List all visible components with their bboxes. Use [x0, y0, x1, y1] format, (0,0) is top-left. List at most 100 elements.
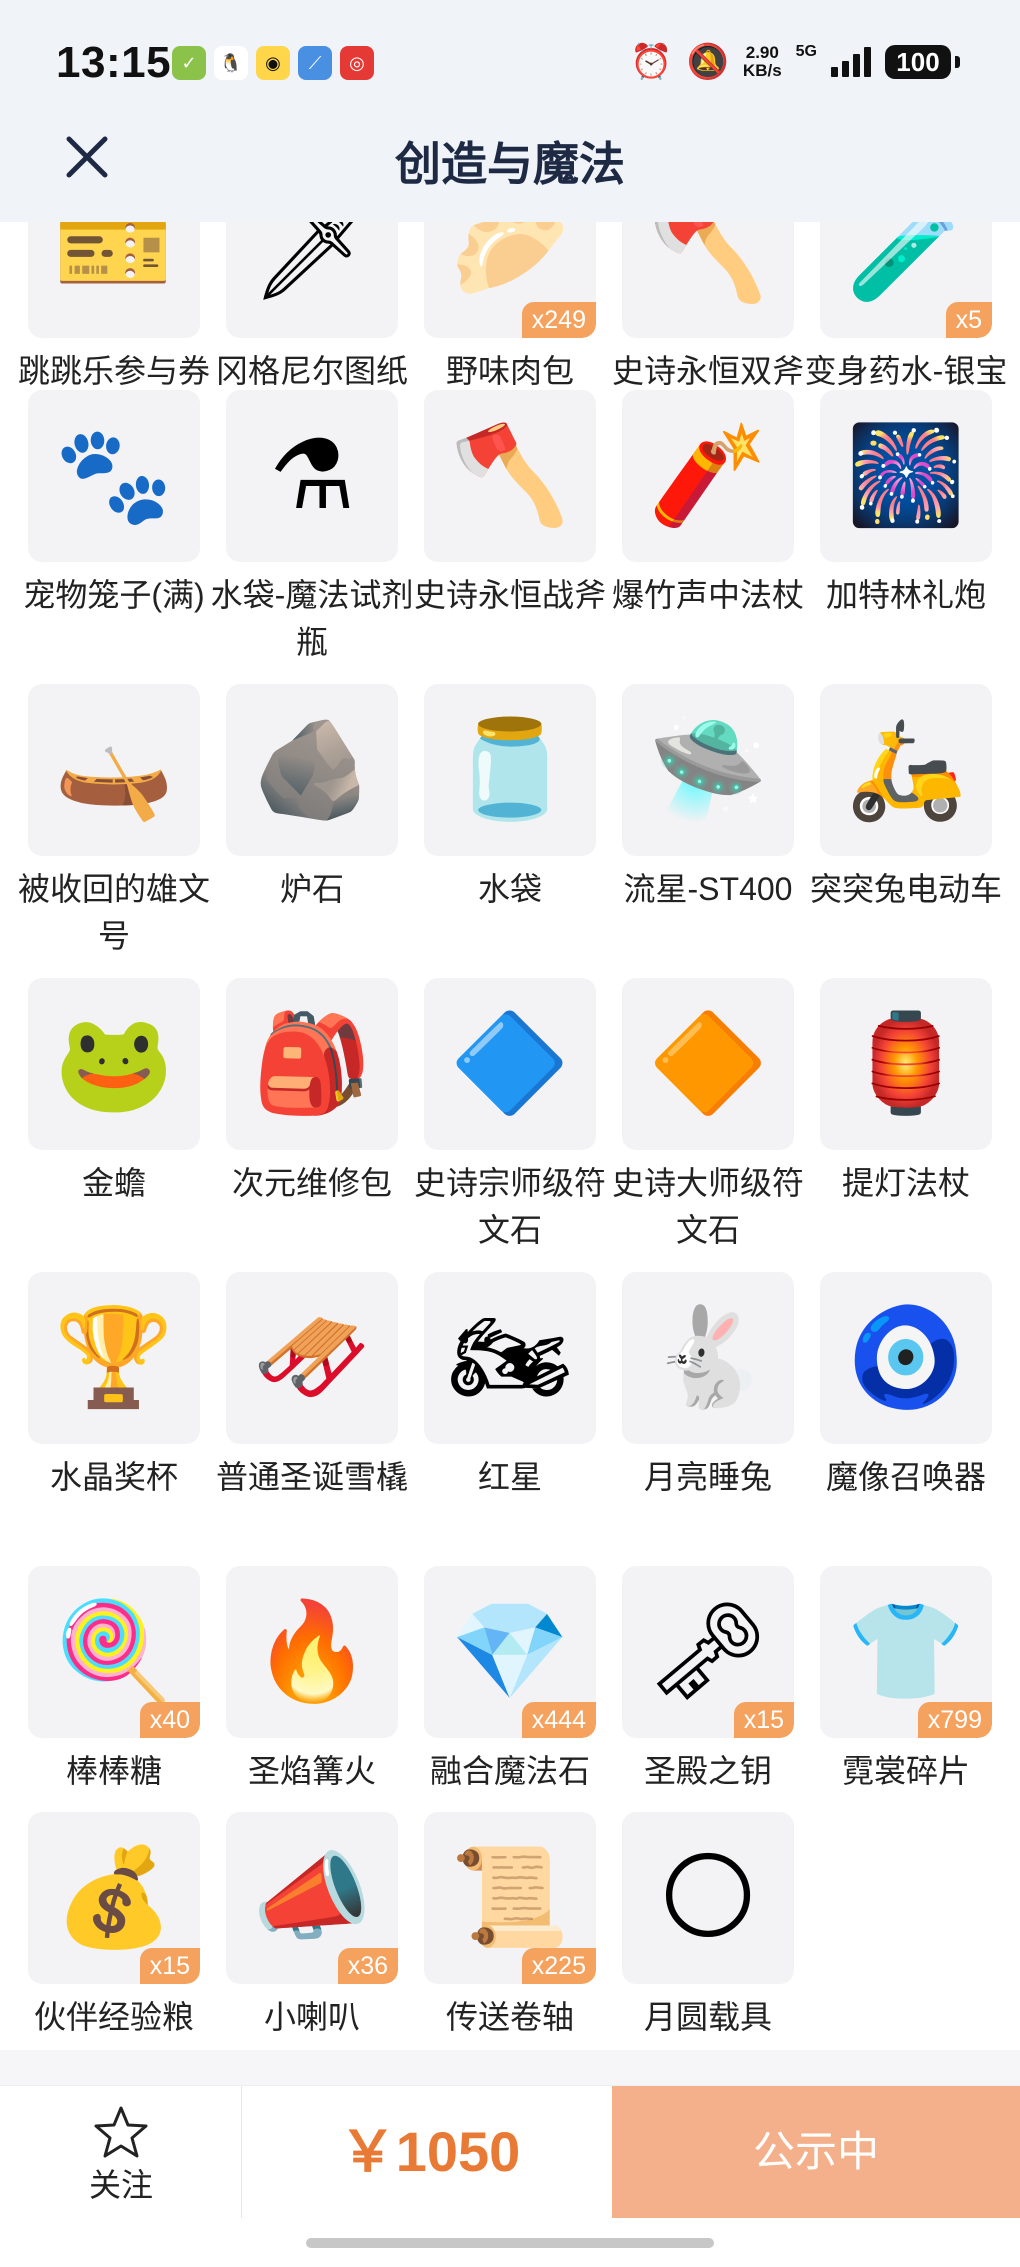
- notification-app-icon: ◉: [256, 46, 290, 80]
- item-cell[interactable]: 💎 x444 融合魔法石: [424, 1566, 622, 1846]
- status-time: 13:15: [56, 38, 172, 87]
- status-button[interactable]: 公示中: [612, 2086, 1020, 2218]
- item-name: 冈格尼尔图纸: [215, 353, 408, 389]
- item-image[interactable]: 🛷: [226, 1272, 398, 1444]
- item-image[interactable]: 💎 x444: [424, 1566, 596, 1738]
- item-image[interactable]: ⚗: [226, 390, 398, 562]
- item-image[interactable]: 🫙: [424, 684, 596, 856]
- item-name: 霓裳碎片: [841, 1753, 970, 1789]
- item-cell[interactable]: 🪨 炉石: [226, 684, 424, 964]
- item-image[interactable]: 🎆: [820, 390, 992, 562]
- item-cell[interactable]: 📣 x36 小喇叭: [226, 1812, 424, 2062]
- home-indicator[interactable]: [306, 2238, 714, 2248]
- signal-icon: [831, 47, 871, 77]
- grid-bottom-spacer: [0, 2050, 1020, 2085]
- hover-bike-icon: 🛸: [648, 716, 768, 823]
- item-cell[interactable]: 🐇 月亮睡兔: [622, 1272, 820, 1552]
- key-icon: 🗝: [647, 1598, 769, 1705]
- scooter-icon: 🛵: [846, 716, 966, 823]
- blueprint-icon: 🗡: [251, 222, 373, 305]
- battle-axe-icon: 🪓: [450, 422, 570, 529]
- firecracker-staff-icon: 🧨: [648, 422, 768, 529]
- item-cell[interactable]: 🛶 被收回的雄文号: [18, 684, 226, 964]
- item-name: 小喇叭: [263, 1999, 360, 2035]
- item-image[interactable]: 🪓: [622, 222, 794, 338]
- item-cell[interactable]: 🛷 普通圣诞雪橇: [216, 1272, 424, 1552]
- item-cell[interactable]: 🛸 流星-ST400: [622, 684, 820, 964]
- item-image[interactable]: 🛶: [28, 684, 200, 856]
- item-name: 史诗永恒双斧: [611, 353, 804, 389]
- item-image[interactable]: 🧪 x5: [820, 222, 992, 338]
- item-name: 棒棒糖: [65, 1753, 162, 1789]
- item-count-badge: x15: [733, 1702, 794, 1738]
- star-icon: [94, 2106, 148, 2158]
- item-image[interactable]: 🎫: [28, 222, 200, 338]
- item-image[interactable]: 🛸: [622, 684, 794, 856]
- item-cell[interactable]: 🎆 加特林礼炮: [820, 390, 1018, 670]
- item-image[interactable]: 💰 x15: [28, 1812, 200, 1984]
- item-image[interactable]: 🎒: [226, 978, 398, 1150]
- item-image[interactable]: 🧨: [622, 390, 794, 562]
- item-cell[interactable]: 🔶 史诗大师级符文石: [612, 978, 820, 1258]
- item-image[interactable]: 🗡: [226, 222, 398, 338]
- item-image[interactable]: 🧿: [820, 1272, 992, 1444]
- item-cell[interactable]: 🌕 月圆载具: [622, 1812, 820, 2062]
- item-cell[interactable]: 🪓 史诗永恒战斧: [414, 390, 622, 670]
- item-cell[interactable]: 🔷 史诗宗师级符文石: [414, 978, 622, 1258]
- item-count-badge: x40: [139, 1702, 200, 1738]
- item-image[interactable]: 🪨: [226, 684, 398, 856]
- item-cell[interactable]: 📜 x225 传送卷轴: [424, 1812, 622, 2062]
- item-name: 传送卷轴: [445, 1999, 574, 2035]
- sled-icon: 🛷: [252, 1304, 372, 1411]
- item-name: 跳跳乐参与券: [17, 353, 210, 389]
- item-image[interactable]: 📜 x225: [424, 1812, 596, 1984]
- item-cell[interactable]: 💰 x15 伙伴经验粮: [28, 1812, 226, 2062]
- item-cell[interactable]: 🍭 x40 棒棒糖: [28, 1566, 226, 1846]
- item-cell[interactable]: 🫙 水袋: [424, 684, 622, 964]
- follow-button[interactable]: 关注: [0, 2086, 242, 2218]
- item-name: 被收回的雄文号: [17, 871, 210, 954]
- item-cell[interactable]: 🏮 提灯法杖: [820, 978, 1018, 1258]
- item-cell[interactable]: 🛵 突突兔电动车: [810, 684, 1018, 964]
- item-image[interactable]: 🥟 x249: [424, 222, 596, 338]
- item-name: 爆竹声中法杖: [611, 577, 804, 613]
- item-image[interactable]: 🍭 x40: [28, 1566, 200, 1738]
- item-image[interactable]: 🔥: [226, 1566, 398, 1738]
- item-name: 加特林礼炮: [825, 577, 986, 613]
- item-count-badge: x799: [917, 1702, 992, 1738]
- item-cell[interactable]: 👕 x799 霓裳碎片: [820, 1566, 1018, 1846]
- item-cell[interactable]: 🔥 圣焰篝火: [226, 1566, 424, 1846]
- item-image[interactable]: 🏆: [28, 1272, 200, 1444]
- item-cell[interactable]: 🐸 金蟾: [28, 978, 226, 1258]
- item-image[interactable]: 🛵: [820, 684, 992, 856]
- page-header: 创造与魔法: [0, 110, 1020, 222]
- item-name: 宠物笼子(满): [23, 577, 205, 613]
- item-image[interactable]: 🔶: [622, 978, 794, 1150]
- item-name: 野味肉包: [445, 353, 574, 389]
- item-name: 水晶奖杯: [49, 1459, 178, 1495]
- net-speed-value: 2.90: [745, 43, 779, 62]
- item-image[interactable]: 🪓: [424, 390, 596, 562]
- item-cell[interactable]: 🧨 爆竹声中法杖: [612, 390, 820, 670]
- item-image[interactable]: 🗝 x15: [622, 1566, 794, 1738]
- item-cell[interactable]: 🏆 水晶奖杯: [28, 1272, 226, 1552]
- item-cell[interactable]: 🐾 宠物笼子(满): [23, 390, 226, 670]
- item-image[interactable]: 🌕: [622, 1812, 794, 1984]
- item-image[interactable]: 🐸: [28, 978, 200, 1150]
- item-cell[interactable]: 🏍 红星: [424, 1272, 622, 1552]
- battery-icon: 100: [885, 45, 951, 79]
- item-image[interactable]: 🏮: [820, 978, 992, 1150]
- item-image[interactable]: 🏍: [424, 1272, 596, 1444]
- item-cell[interactable]: 🗝 x15 圣殿之钥: [622, 1566, 820, 1846]
- item-cell[interactable]: ⚗ 水袋-魔法试剂瓶: [211, 390, 424, 670]
- item-image[interactable]: 🐇: [622, 1272, 794, 1444]
- item-cell[interactable]: 🧿 魔像召唤器: [820, 1272, 1018, 1552]
- item-image[interactable]: 🔷: [424, 978, 596, 1150]
- cannon-icon: 🎆: [846, 422, 966, 529]
- item-name: 圣焰篝火: [247, 1753, 376, 1789]
- item-cell[interactable]: 🎒 次元维修包: [226, 978, 424, 1258]
- item-image[interactable]: 📣 x36: [226, 1812, 398, 1984]
- item-image[interactable]: 🐾: [28, 390, 200, 562]
- item-image[interactable]: 👕 x799: [820, 1566, 992, 1738]
- shirt-fragment-icon: 👕: [846, 1598, 966, 1705]
